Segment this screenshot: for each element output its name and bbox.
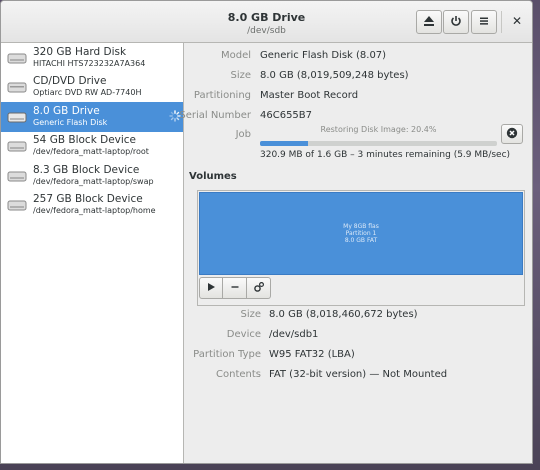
size-label: Size xyxy=(230,70,251,81)
drive-description: /dev/fedora_matt-laptop/root xyxy=(33,147,149,157)
device-value: /dev/sdb1 xyxy=(269,329,319,340)
partition-name: My 8GB flas xyxy=(343,223,379,230)
gears-icon xyxy=(253,281,265,296)
drive-name: 8.3 GB Block Device xyxy=(33,163,140,176)
play-icon xyxy=(206,282,216,295)
drive-name: 320 GB Hard Disk xyxy=(33,45,127,58)
eject-icon xyxy=(423,15,435,30)
volume-size-value: 8.0 GB (8,018,460,672 bytes) xyxy=(269,309,418,320)
drive-menu-button[interactable] xyxy=(471,10,497,34)
drive-list: 320 GB Hard Disk HITACHI HTS723232A7A364… xyxy=(1,43,184,463)
partition-type-value: W95 FAT32 (LBA) xyxy=(269,349,355,360)
job-progress-fill xyxy=(260,141,309,146)
volume-size-label: Size xyxy=(240,309,261,320)
drive-description: /dev/fedora_matt-laptop/swap xyxy=(33,176,154,186)
job-detail: 320.9 MB of 1.6 GB – 3 minutes remaining… xyxy=(260,150,511,160)
mount-button[interactable] xyxy=(199,277,223,299)
partition-type-label: Partition Type xyxy=(193,349,261,360)
drive-description: HITACHI HTS723232A7A364 xyxy=(33,58,146,68)
header-separator xyxy=(501,11,502,33)
drive-name: CD/DVD Drive xyxy=(33,75,107,88)
power-icon xyxy=(450,15,462,30)
drive-item-257gb[interactable]: 257 GB Block Device /dev/fedora_matt-lap… xyxy=(1,191,183,221)
serial-value: 46C655B7 xyxy=(260,110,313,121)
cancel-icon xyxy=(506,127,518,142)
drive-details: Model Generic Flash Disk (8.07) Size 8.0… xyxy=(179,43,532,463)
size-value: 8.0 GB (8,019,509,248 bytes) xyxy=(260,70,409,81)
job-progress-bar xyxy=(260,141,497,146)
delete-partition-button[interactable] xyxy=(223,277,247,299)
model-label: Model xyxy=(220,50,251,61)
drive-item-8gb[interactable]: 8.0 GB Drive Generic Flash Disk xyxy=(1,102,183,132)
cancel-job-button[interactable] xyxy=(501,124,523,144)
block-device-icon xyxy=(7,198,27,212)
drive-name: 257 GB Block Device xyxy=(33,193,143,206)
drive-description: /dev/fedora_matt-laptop/home xyxy=(33,206,156,216)
serial-label: Serial Number xyxy=(179,110,251,121)
usb-drive-icon xyxy=(7,110,27,124)
drive-name: 54 GB Block Device xyxy=(33,134,137,147)
harddisk-icon xyxy=(7,51,27,65)
device-label: Device xyxy=(226,329,261,340)
eject-button[interactable] xyxy=(416,10,442,34)
header-bar: 8.0 GB Drive /dev/sdb ✕ xyxy=(1,1,532,43)
contents-label: Contents xyxy=(216,369,261,380)
minus-icon xyxy=(230,282,240,295)
drive-item-54gb[interactable]: 54 GB Block Device /dev/fedora_matt-lapt… xyxy=(1,132,183,162)
model-value: Generic Flash Disk (8.07) xyxy=(260,50,387,61)
volume-toolbar xyxy=(199,277,271,301)
drive-item-320gb[interactable]: 320 GB Hard Disk HITACHI HTS723232A7A364 xyxy=(1,43,183,73)
partition-size: 8.0 GB FAT xyxy=(344,237,378,244)
contents-value: FAT (32-bit version) — Not Mounted xyxy=(269,369,448,380)
partition-number: Partition 1 xyxy=(345,230,377,237)
disks-window: 8.0 GB Drive /dev/sdb ✕ 320 GB Hard Disk… xyxy=(0,0,533,464)
drive-name: 8.0 GB Drive xyxy=(33,104,100,117)
block-device-icon xyxy=(7,169,27,183)
partitioning-label: Partitioning xyxy=(193,90,251,101)
volume-map: My 8GB flas Partition 1 8.0 GB FAT xyxy=(197,190,525,306)
job-status: Restoring Disk Image: 20.4% xyxy=(320,125,437,134)
partition-settings-button[interactable] xyxy=(247,277,271,299)
close-button[interactable]: ✕ xyxy=(509,13,525,29)
drive-description: Optiarc DVD RW AD-7740H xyxy=(33,88,142,98)
menu-icon xyxy=(478,15,490,30)
close-icon: ✕ xyxy=(511,14,523,28)
power-off-button[interactable] xyxy=(443,10,469,34)
volumes-heading: Volumes xyxy=(189,171,237,182)
partition-block[interactable]: My 8GB flas Partition 1 8.0 GB FAT xyxy=(199,192,523,275)
drive-item-8-3gb[interactable]: 8.3 GB Block Device /dev/fedora_matt-lap… xyxy=(1,161,183,191)
drive-item-cd-dvd[interactable]: CD/DVD Drive Optiarc DVD RW AD-7740H xyxy=(1,73,183,103)
block-device-icon xyxy=(7,139,27,153)
job-label: Job xyxy=(235,129,251,140)
partitioning-value: Master Boot Record xyxy=(260,90,359,101)
drive-description: Generic Flash Disk xyxy=(33,117,108,127)
optical-drive-icon xyxy=(7,80,27,94)
